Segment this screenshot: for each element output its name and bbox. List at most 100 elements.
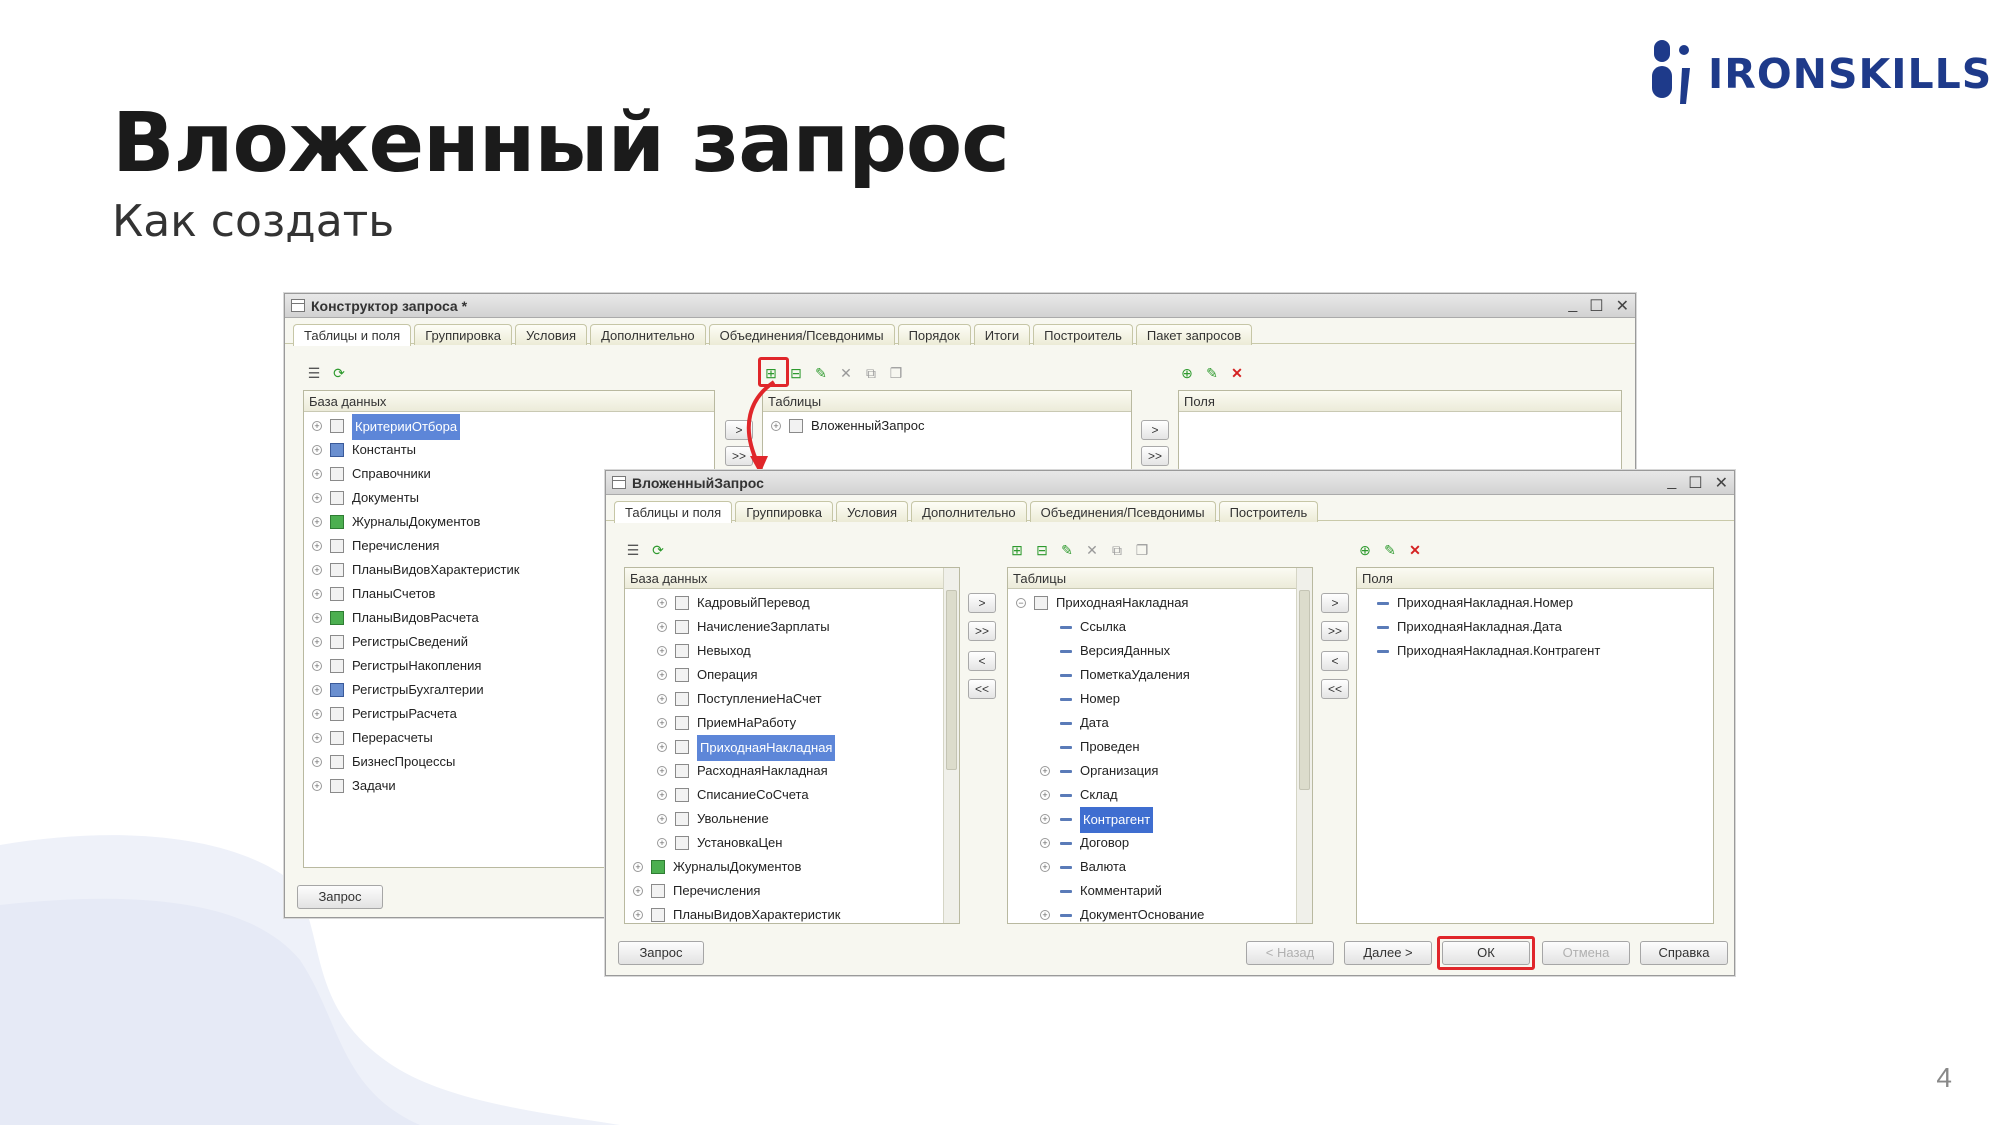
edit-icon[interactable]: ✎ [812, 364, 830, 382]
query-button[interactable]: Запрос [618, 941, 704, 965]
expand-icon[interactable]: + [312, 757, 322, 767]
add-field-icon[interactable]: ⊕ [1356, 541, 1374, 559]
expand-icon[interactable]: + [312, 709, 322, 719]
tables-scrollbar[interactable] [1296, 568, 1312, 923]
expand-icon[interactable]: + [312, 613, 322, 623]
move-field-right-button[interactable]: > [1141, 420, 1169, 440]
next-button[interactable]: Далее > [1344, 941, 1432, 965]
tab-item[interactable]: Итоги [973, 324, 1031, 345]
replace-icon[interactable]: ⧉ [1108, 541, 1126, 559]
list-item[interactable]: Ссылка [1008, 615, 1312, 639]
maximize-button[interactable]: ☐ [1589, 296, 1603, 316]
expand-icon[interactable]: + [312, 517, 322, 527]
move-all-fields-left-button[interactable]: << [1321, 679, 1349, 699]
expand-icon[interactable]: + [312, 661, 322, 671]
refresh-icon[interactable]: ⟳ [330, 364, 348, 382]
list-item[interactable]: + Операция [625, 663, 959, 687]
list-item[interactable]: Комментарий [1008, 879, 1312, 903]
list-icon[interactable]: ☰ [624, 541, 642, 559]
tab-item[interactable]: Пакет запросов [1135, 324, 1253, 345]
expand-icon[interactable]: + [312, 469, 322, 479]
expand-icon[interactable]: + [312, 637, 322, 647]
expand-icon[interactable]: + [633, 862, 643, 872]
expand-icon[interactable]: + [312, 541, 322, 551]
move-all-right-button[interactable]: >> [968, 621, 996, 641]
list-item[interactable]: ПриходнаяНакладная.Дата [1357, 615, 1713, 639]
list-item[interactable]: + ПоступлениеНаСчет [625, 687, 959, 711]
list-item[interactable]: + УстановкаЦен [625, 831, 959, 855]
expand-icon[interactable]: + [1040, 766, 1050, 776]
move-field-right-button[interactable]: > [1321, 593, 1349, 613]
list-item[interactable]: ПриходнаяНакладная.Контрагент [1357, 639, 1713, 663]
db-scrollbar-thumb[interactable] [946, 590, 957, 770]
expand-icon[interactable]: + [312, 781, 322, 791]
move-left-button[interactable]: < [968, 651, 996, 671]
list-item[interactable]: ПриходнаяНакладная.Номер [1357, 591, 1713, 615]
copy-icon[interactable]: ❐ [1133, 541, 1151, 559]
window-titlebar[interactable]: ВложенныйЗапрос _ ☐ ✕ [606, 471, 1734, 495]
move-all-fields-right-button[interactable]: >> [1141, 446, 1169, 466]
copy-icon[interactable]: ❐ [887, 364, 905, 382]
list-item[interactable]: + Перечисления [625, 879, 959, 903]
add-field-icon[interactable]: ⊕ [1178, 364, 1196, 382]
expand-icon[interactable]: + [657, 838, 667, 848]
edit-field-icon[interactable]: ✎ [1381, 541, 1399, 559]
back-button[interactable]: < Назад [1246, 941, 1334, 965]
list-item[interactable]: + ДокументОснование [1008, 903, 1312, 923]
list-item[interactable]: + СписаниеСоСчета [625, 783, 959, 807]
list-item[interactable]: + ЖурналыДокументов [625, 855, 959, 879]
expand-icon[interactable]: + [657, 646, 667, 656]
add-table-icon[interactable]: ⊟ [1033, 541, 1051, 559]
list-item[interactable]: − ПриходнаяНакладная [1008, 591, 1312, 615]
tab-item[interactable]: Условия [836, 501, 909, 522]
expand-icon[interactable]: + [633, 886, 643, 896]
expand-icon[interactable]: + [1040, 814, 1050, 824]
delete-field-icon[interactable]: ✕ [1406, 541, 1424, 559]
expand-icon[interactable]: + [1040, 838, 1050, 848]
list-item[interactable]: + ПриходнаяНакладная [625, 735, 959, 761]
list-icon[interactable]: ☰ [305, 364, 323, 382]
list-item[interactable]: + Договор [1008, 831, 1312, 855]
tab-item[interactable]: Дополнительно [911, 501, 1027, 522]
list-item[interactable]: + НачислениеЗарплаты [625, 615, 959, 639]
expand-icon[interactable]: + [312, 733, 322, 743]
list-item[interactable]: + ПриемНаРаботу [625, 711, 959, 735]
db-scrollbar[interactable] [943, 568, 959, 923]
list-item[interactable]: ПометкаУдаления [1008, 663, 1312, 687]
delete-field-icon[interactable]: ✕ [1228, 364, 1246, 382]
expand-icon[interactable]: + [633, 910, 643, 920]
cancel-button[interactable]: Отмена [1542, 941, 1630, 965]
minimize-button[interactable]: _ [1667, 473, 1676, 493]
window-titlebar[interactable]: Конструктор запроса * _ ☐ ✕ [285, 294, 1635, 318]
tab-item[interactable]: Группировка [414, 324, 512, 345]
delete-icon[interactable]: ✕ [1083, 541, 1101, 559]
move-field-left-button[interactable]: < [1321, 651, 1349, 671]
maximize-button[interactable]: ☐ [1688, 473, 1702, 493]
tab-item[interactable]: Таблицы и поля [293, 324, 412, 346]
expand-icon[interactable]: + [1040, 910, 1050, 920]
edit-icon[interactable]: ✎ [1058, 541, 1076, 559]
move-right-button[interactable]: > [968, 593, 996, 613]
minimize-button[interactable]: _ [1568, 296, 1577, 316]
tab-item[interactable]: Объединения/Псевдонимы [708, 324, 895, 345]
tab-item[interactable]: Дополнительно [590, 324, 706, 345]
list-item[interactable]: + Контрагент [1008, 807, 1312, 833]
list-item[interactable]: + ПланыВидовХарактеристик [625, 903, 959, 923]
list-item[interactable]: + Увольнение [625, 807, 959, 831]
query-button[interactable]: Запрос [297, 885, 383, 909]
list-item[interactable]: Дата [1008, 711, 1312, 735]
expand-icon[interactable]: + [657, 742, 667, 752]
list-item[interactable]: + КритерииОтбора [304, 414, 714, 440]
add-subquery-icon[interactable]: ⊞ [1008, 541, 1026, 559]
expand-icon[interactable]: + [1040, 862, 1050, 872]
close-button[interactable]: ✕ [1715, 473, 1728, 493]
tab-item[interactable]: Группировка [735, 501, 833, 522]
expand-icon[interactable]: + [657, 622, 667, 632]
move-all-left-button[interactable]: << [968, 679, 996, 699]
list-item[interactable]: + Организация [1008, 759, 1312, 783]
list-item[interactable]: + РасходнаяНакладная [625, 759, 959, 783]
expand-icon[interactable]: + [657, 694, 667, 704]
expand-icon[interactable]: + [312, 685, 322, 695]
expand-icon[interactable]: + [657, 790, 667, 800]
expand-icon[interactable]: + [657, 598, 667, 608]
